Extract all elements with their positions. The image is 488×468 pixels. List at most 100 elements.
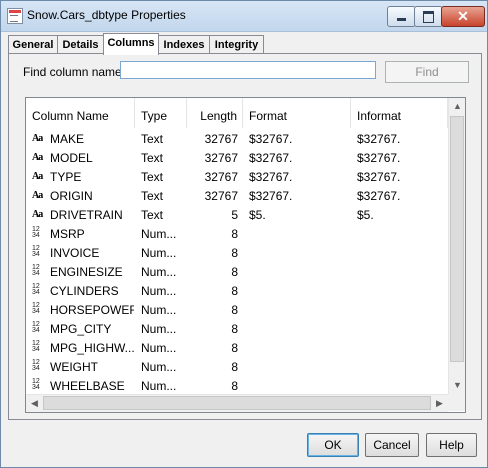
cell-format: $32767. bbox=[249, 189, 293, 203]
maximize-button[interactable] bbox=[414, 6, 443, 27]
tab-general[interactable]: General bbox=[8, 35, 58, 54]
cell-name: DRIVETRAIN bbox=[50, 208, 123, 222]
cell-format: $32767. bbox=[249, 170, 293, 184]
cell-length: 8 bbox=[231, 360, 238, 374]
find-column-input[interactable] bbox=[120, 61, 376, 79]
cell-name: MODEL bbox=[50, 151, 93, 165]
cell-format bbox=[249, 244, 349, 263]
cell-format bbox=[249, 225, 349, 244]
cell-informat: $32767. bbox=[357, 132, 401, 146]
close-icon: ✕ bbox=[457, 8, 469, 24]
cancel-button[interactable]: Cancel bbox=[365, 433, 419, 457]
cell-length: 32767 bbox=[204, 151, 238, 165]
cell-type: Num... bbox=[141, 246, 177, 260]
ok-button[interactable]: OK bbox=[307, 433, 359, 457]
numeric-column-icon: 12 34 bbox=[32, 264, 40, 277]
table-row[interactable]: Aa MODEL Text 32767 $32767. $32767. bbox=[26, 149, 446, 168]
properties-dialog: Snow.Cars_dbtype Properties ✕ General De… bbox=[0, 0, 488, 468]
character-column-icon: Aa bbox=[32, 190, 43, 201]
minimize-button[interactable] bbox=[387, 6, 416, 27]
character-column-icon: Aa bbox=[32, 133, 43, 144]
cell-name: HORSEPOWER bbox=[50, 303, 134, 317]
cell-type: Text bbox=[141, 208, 164, 222]
cell-length: 8 bbox=[231, 265, 238, 279]
table-row[interactable]: Aa ORIGIN Text 32767 $32767. $32767. bbox=[26, 187, 446, 206]
columns-list[interactable]: Column Name Type Length Format Informat … bbox=[25, 97, 466, 413]
numeric-column-icon: 12 34 bbox=[32, 283, 40, 296]
cell-informat bbox=[357, 263, 447, 282]
cell-type: Num... bbox=[141, 303, 177, 317]
table-row[interactable]: Aa MAKE Text 32767 $32767. $32767. bbox=[26, 130, 446, 149]
cell-length: 32767 bbox=[204, 189, 238, 203]
cell-format: $32767. bbox=[249, 132, 293, 146]
tab-columns[interactable]: Columns bbox=[103, 33, 159, 55]
cell-length: 32767 bbox=[204, 170, 238, 184]
cell-format bbox=[249, 301, 349, 320]
character-column-icon: Aa bbox=[32, 209, 43, 220]
cell-type: Text bbox=[141, 170, 164, 184]
tab-indexes[interactable]: Indexes bbox=[158, 35, 210, 54]
minimize-icon bbox=[397, 18, 406, 21]
scroll-right-icon[interactable]: ▶ bbox=[431, 395, 448, 412]
scrollbar-corner bbox=[448, 394, 465, 411]
numeric-column-icon: 12 34 bbox=[32, 245, 40, 258]
cell-type: Text bbox=[141, 151, 164, 165]
numeric-column-icon: 12 34 bbox=[32, 302, 40, 315]
tab-details[interactable]: Details bbox=[57, 35, 104, 54]
table-row[interactable]: 12 34 MPG_HIGHW... Num... 8 bbox=[26, 339, 446, 358]
table-row[interactable]: 12 34 HORSEPOWER Num... 8 bbox=[26, 301, 446, 320]
cell-format bbox=[249, 263, 349, 282]
vertical-scrollbar[interactable]: ▲ ▼ bbox=[448, 98, 465, 394]
cell-length: 8 bbox=[231, 303, 238, 317]
cell-length: 8 bbox=[231, 246, 238, 260]
cell-length: 5 bbox=[231, 208, 238, 222]
tab-integrity[interactable]: Integrity bbox=[209, 35, 264, 54]
numeric-column-icon: 12 34 bbox=[32, 226, 40, 239]
table-row[interactable]: 12 34 INVOICE Num... 8 bbox=[26, 244, 446, 263]
numeric-column-icon: 12 34 bbox=[32, 359, 40, 372]
cell-informat bbox=[357, 358, 447, 377]
horizontal-scrollbar[interactable]: ◀ ▶ bbox=[26, 394, 448, 412]
header-length[interactable]: Length bbox=[187, 98, 243, 128]
cell-informat bbox=[357, 339, 447, 358]
table-row[interactable]: Aa TYPE Text 32767 $32767. $32767. bbox=[26, 168, 446, 187]
scroll-up-icon[interactable]: ▲ bbox=[449, 98, 465, 115]
title-bar[interactable]: Snow.Cars_dbtype Properties ✕ bbox=[1, 1, 487, 32]
table-row[interactable]: 12 34 WEIGHT Num... 8 bbox=[26, 358, 446, 377]
cell-length: 32767 bbox=[204, 132, 238, 146]
cell-format bbox=[249, 282, 349, 301]
cell-length: 8 bbox=[231, 322, 238, 336]
table-row[interactable]: 12 34 MSRP Num... 8 bbox=[26, 225, 446, 244]
table-row[interactable]: 12 34 CYLINDERS Num... 8 bbox=[26, 282, 446, 301]
header-informat[interactable]: Informat bbox=[351, 98, 448, 128]
properties-app-icon bbox=[7, 8, 23, 24]
header-format[interactable]: Format bbox=[243, 98, 351, 128]
help-button[interactable]: Help bbox=[426, 433, 477, 457]
scroll-down-icon[interactable]: ▼ bbox=[449, 377, 465, 394]
cell-format bbox=[249, 320, 349, 339]
cell-type: Text bbox=[141, 189, 164, 203]
table-row[interactable]: Aa DRIVETRAIN Text 5 $5. $5. bbox=[26, 206, 446, 225]
table-row[interactable]: 12 34 MPG_CITY Num... 8 bbox=[26, 320, 446, 339]
cell-informat: $5. bbox=[357, 208, 374, 222]
cell-format bbox=[249, 339, 349, 358]
horizontal-scroll-thumb[interactable] bbox=[43, 396, 431, 410]
cell-type: Text bbox=[141, 132, 164, 146]
find-button[interactable]: Find bbox=[385, 61, 469, 83]
cell-format bbox=[249, 358, 349, 377]
cell-format: $32767. bbox=[249, 151, 293, 165]
window-title: Snow.Cars_dbtype Properties bbox=[27, 8, 186, 22]
vertical-scroll-thumb[interactable] bbox=[450, 116, 464, 362]
cell-type: Num... bbox=[141, 284, 177, 298]
scroll-left-icon[interactable]: ◀ bbox=[26, 395, 43, 412]
cell-informat bbox=[357, 244, 447, 263]
close-button[interactable]: ✕ bbox=[441, 6, 485, 27]
cell-length: 8 bbox=[231, 341, 238, 355]
cell-format: $5. bbox=[249, 208, 266, 222]
table-row[interactable]: 12 34 ENGINESIZE Num... 8 bbox=[26, 263, 446, 282]
header-column-name[interactable]: Column Name bbox=[26, 98, 135, 128]
cell-informat bbox=[357, 301, 447, 320]
header-type[interactable]: Type bbox=[135, 98, 187, 128]
cell-name: ENGINESIZE bbox=[50, 265, 123, 279]
cell-length: 8 bbox=[231, 227, 238, 241]
